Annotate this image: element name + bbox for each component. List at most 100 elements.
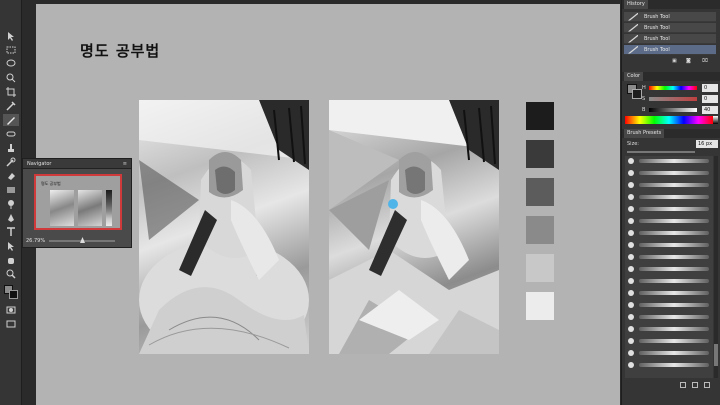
crop-tool-icon[interactable]: [3, 86, 19, 98]
history-item[interactable]: Brush Tool: [624, 23, 716, 33]
brush-preset[interactable]: [625, 156, 713, 167]
hue-track[interactable]: [649, 86, 697, 90]
value-swatch-1: [526, 102, 554, 130]
history-item-label: Brush Tool: [644, 24, 670, 31]
brush-size-input[interactable]: 16 px: [696, 140, 718, 148]
value-swatch-3: [526, 178, 554, 206]
brush-tool-icon[interactable]: [3, 114, 19, 126]
channel-label: B: [642, 107, 646, 113]
navigator-thumb-title: 명도 공부법: [41, 181, 61, 186]
history-item-label: Brush Tool: [644, 13, 670, 20]
dodge-icon[interactable]: [3, 198, 19, 210]
page-title: 명도 공부법: [80, 42, 161, 60]
brush-preset[interactable]: [625, 288, 713, 299]
value-swatch-4: [526, 216, 554, 244]
brush-preset[interactable]: [625, 204, 713, 215]
channel-value[interactable]: 0: [702, 95, 718, 103]
navigator-thumb-swatches: [106, 190, 112, 226]
healing-brush-icon[interactable]: [3, 128, 19, 140]
brush-preset[interactable]: [625, 192, 713, 203]
channel-value[interactable]: 40: [702, 106, 718, 114]
new-preset-icon[interactable]: [692, 382, 698, 388]
eraser-icon[interactable]: [3, 170, 19, 182]
navigator-header[interactable]: Navigator ≡: [23, 159, 131, 169]
gradient-icon[interactable]: [3, 184, 19, 196]
brush-icon: [628, 23, 638, 32]
color-spectrum-bar[interactable]: [625, 116, 713, 124]
color-swatches-icon[interactable]: [3, 284, 19, 300]
move-tool-icon[interactable]: [3, 30, 19, 42]
channel-value[interactable]: 0: [702, 84, 718, 92]
navigator-thumb-painting: [78, 190, 102, 226]
toggle-brush-panel-icon[interactable]: [680, 382, 686, 388]
brush-panel-footer: [622, 382, 720, 390]
clone-stamp-icon[interactable]: [3, 142, 19, 154]
brush-preset[interactable]: [625, 252, 713, 263]
brush-preset[interactable]: [625, 300, 713, 311]
brush-size-slider[interactable]: [627, 151, 695, 153]
color-slider-s[interactable]: S 0: [642, 95, 718, 104]
pen-tool-icon[interactable]: [3, 212, 19, 224]
saturation-track[interactable]: [649, 97, 697, 101]
trash-icon[interactable]: ⌧: [702, 58, 708, 64]
color-slider-h[interactable]: H 0: [642, 84, 718, 93]
brightness-track[interactable]: [649, 108, 697, 112]
grayscale-ramp[interactable]: [713, 116, 718, 124]
brush-preset[interactable]: [625, 276, 713, 287]
panel-menu-icon[interactable]: ≡: [123, 161, 127, 167]
path-select-icon[interactable]: [3, 240, 19, 252]
brush-preset[interactable]: [625, 336, 713, 347]
brush-preset[interactable]: [625, 216, 713, 227]
brush-preset[interactable]: [625, 360, 713, 371]
value-swatch-6: [526, 292, 554, 320]
marquee-tool-icon[interactable]: [3, 44, 19, 56]
brush-preset[interactable]: [625, 324, 713, 335]
navigator-zoom-value[interactable]: 26.79%: [26, 238, 45, 244]
history-item[interactable]: Brush Tool: [624, 12, 716, 22]
history-brush-icon[interactable]: [3, 156, 19, 168]
photoshop-window: 명도 공부법 Navigator ≡ 명도 공부법 26.79% History…: [0, 0, 720, 405]
brush-icon: [628, 45, 638, 54]
tools-panel: [0, 0, 22, 405]
brush-preset[interactable]: [625, 228, 713, 239]
quick-select-icon[interactable]: [3, 72, 19, 84]
type-tool-icon[interactable]: [3, 226, 19, 238]
value-swatch-2: [526, 140, 554, 168]
color-slider-b[interactable]: B 40: [642, 106, 718, 115]
zoom-tool-icon[interactable]: [3, 268, 19, 280]
new-snapshot-icon[interactable]: ▣: [672, 58, 677, 64]
brush-list-scroll-thumb[interactable]: [714, 344, 718, 366]
brush-preset[interactable]: [625, 312, 713, 323]
navigator-thumb-photo: [50, 190, 74, 226]
camera-icon[interactable]: ◙: [686, 58, 691, 64]
history-item-selected[interactable]: Brush Tool: [624, 45, 716, 55]
brush-icon: [628, 12, 638, 21]
brush-size-label: Size:: [627, 141, 639, 147]
brush-preset[interactable]: [625, 348, 713, 359]
history-item[interactable]: Brush Tool: [624, 34, 716, 44]
tab-history[interactable]: History: [624, 0, 648, 9]
lasso-tool-icon[interactable]: [3, 58, 19, 70]
brush-preset[interactable]: [625, 168, 713, 179]
channel-label: S: [642, 96, 646, 102]
channel-label: H: [642, 85, 646, 91]
background-color-swatch[interactable]: [632, 89, 642, 99]
navigator-panel[interactable]: Navigator ≡ 명도 공부법 26.79%: [22, 158, 132, 248]
brush-preset-list[interactable]: [625, 156, 713, 378]
eyedropper-icon[interactable]: [3, 100, 19, 112]
screen-mode-icon[interactable]: [3, 318, 19, 330]
tab-navigator[interactable]: Navigator: [27, 161, 51, 167]
trash-icon[interactable]: [704, 382, 710, 388]
navigator-preview[interactable]: 명도 공부법: [34, 174, 122, 230]
history-item-label: Brush Tool: [644, 35, 670, 42]
reference-photo: [139, 100, 309, 354]
tab-color[interactable]: Color: [624, 72, 644, 81]
brush-preset[interactable]: [625, 264, 713, 275]
value-swatch-5: [526, 254, 554, 282]
tab-brush-presets[interactable]: Brush Presets: [624, 129, 665, 138]
brush-preset[interactable]: [625, 180, 713, 191]
brush-preset[interactable]: [625, 240, 713, 251]
hand-tool-icon[interactable]: [3, 254, 19, 266]
history-item-label: Brush Tool: [644, 46, 670, 53]
quick-mask-icon[interactable]: [3, 304, 19, 316]
